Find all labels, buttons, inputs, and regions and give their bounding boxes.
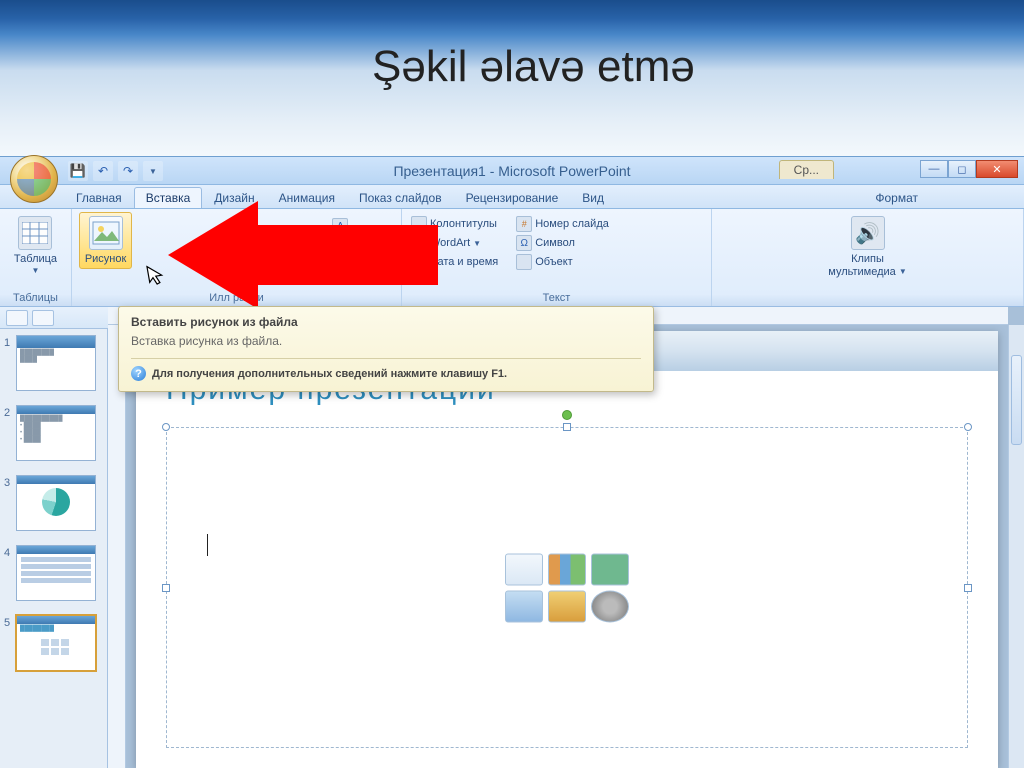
content-placeholder[interactable]	[166, 427, 968, 748]
tab-review[interactable]: Рецензирование	[454, 187, 571, 208]
slide-thumbnails: 1 ████████████ 2 ██████████• ████• ████•…	[0, 329, 108, 768]
outline-tab[interactable]	[32, 310, 54, 326]
resize-handle[interactable]	[964, 423, 972, 431]
slide-canvas[interactable]: Пример презентации	[136, 331, 998, 768]
tab-format[interactable]: Формат	[863, 187, 930, 208]
group-text: Колонтитулы AWordArt ▼ Дата и время #Ном…	[402, 209, 712, 306]
picture-icon	[89, 216, 123, 250]
group-media: 🔊 Клипы мультимедиа▼	[712, 209, 1024, 306]
object-button[interactable]: Объект	[514, 253, 611, 271]
tab-home[interactable]: Главная	[64, 187, 134, 208]
group-tables-label: Таблицы	[0, 292, 71, 304]
tooltip: Вставить рисунок из файла Вставка рисунк…	[118, 306, 654, 392]
symbol-button[interactable]: ΩСимвол	[514, 234, 611, 252]
resize-handle[interactable]	[162, 584, 170, 592]
window-controls: — ◻ ✕	[920, 160, 1018, 178]
resize-handle[interactable]	[964, 584, 972, 592]
chevron-down-icon: ▼	[899, 266, 907, 278]
presentation-title: Şəkil əlavə etmə	[372, 42, 695, 92]
close-button[interactable]: ✕	[976, 160, 1018, 178]
save-icon[interactable]: 💾	[68, 161, 88, 181]
thumbnail-4[interactable]	[16, 545, 96, 601]
ribbon: Таблица ▼ Таблицы Рисунок A	[0, 209, 1024, 307]
table-label: Таблица	[14, 253, 57, 265]
chevron-down-icon: ▼	[473, 239, 481, 248]
slide-panel-tabs	[0, 307, 108, 329]
tab-view[interactable]: Вид	[570, 187, 616, 208]
media-clips-button[interactable]: 🔊 Клипы мультимедиа▼	[822, 212, 912, 282]
placeholder-insert-icons	[505, 553, 629, 622]
minimize-button[interactable]: —	[920, 160, 948, 178]
resize-handle[interactable]	[563, 423, 571, 431]
title-bar: 💾 ↶ ↷ ▼ Презентация1 - Microsoft PowerPo…	[0, 157, 1024, 185]
media-label-1: Клипы	[851, 253, 884, 265]
insert-picture-icon[interactable]	[505, 590, 543, 622]
insert-media-icon[interactable]	[591, 590, 629, 622]
thumbnail-1[interactable]: ████████████	[16, 335, 96, 391]
scrollbar-thumb[interactable]	[1011, 355, 1022, 445]
chevron-down-icon: ▼	[32, 266, 40, 275]
window-title: Презентация1 - Microsoft PowerPoint	[393, 163, 630, 179]
insert-smartart-icon[interactable]	[591, 553, 629, 585]
tooltip-title: Вставить рисунок из файла	[131, 315, 641, 329]
object-icon	[516, 254, 532, 270]
symbol-icon: Ω	[516, 235, 532, 251]
thumbnail-2[interactable]: ██████████• ████• ████• ████	[16, 405, 96, 461]
insert-table-icon[interactable]	[505, 553, 543, 585]
rotate-handle[interactable]	[562, 410, 572, 420]
ribbon-tabs: Главная Вставка Дизайн Анимация Показ сл…	[0, 185, 1024, 209]
slide-number-icon: #	[516, 216, 532, 232]
slide-number-button[interactable]: #Номер слайда	[514, 215, 611, 233]
powerpoint-window: 💾 ↶ ↷ ▼ Презентация1 - Microsoft PowerPo…	[0, 156, 1024, 768]
office-button[interactable]	[10, 155, 58, 203]
help-icon: ?	[131, 366, 146, 381]
undo-icon[interactable]: ↶	[93, 161, 113, 181]
picture-button[interactable]: Рисунок	[79, 212, 133, 269]
redo-icon[interactable]: ↷	[118, 161, 138, 181]
resize-handle[interactable]	[162, 423, 170, 431]
group-text-label: Текст	[402, 292, 711, 304]
thumbnail-5[interactable]: ████████	[16, 615, 96, 671]
scrollbar-vertical[interactable]	[1008, 325, 1024, 768]
tooltip-help: ? Для получения дополнительных сведений …	[131, 358, 641, 381]
restore-button[interactable]: ◻	[948, 160, 976, 178]
quick-access-toolbar: 💾 ↶ ↷ ▼	[68, 161, 163, 181]
picture-label: Рисунок	[85, 253, 127, 265]
media-label-2: мультимедиа	[828, 266, 896, 278]
slides-tab[interactable]	[6, 310, 28, 326]
speaker-icon: 🔊	[851, 216, 885, 250]
insert-clipart-icon[interactable]	[548, 590, 586, 622]
text-cursor	[207, 534, 208, 556]
table-button[interactable]: Таблица ▼	[8, 212, 63, 279]
insert-chart-icon[interactable]	[548, 553, 586, 585]
thumbnail-3[interactable]	[16, 475, 96, 531]
presentation-header: Şəkil əlavə etmə	[0, 0, 1024, 156]
qat-dropdown-icon[interactable]: ▼	[143, 161, 163, 181]
contextual-tab[interactable]: Ср...	[779, 160, 834, 179]
tooltip-body: Вставка рисунка из файла.	[131, 334, 641, 348]
table-icon	[18, 216, 52, 250]
red-arrow-annotation	[168, 201, 438, 309]
group-tables: Таблица ▼ Таблицы	[0, 209, 72, 306]
